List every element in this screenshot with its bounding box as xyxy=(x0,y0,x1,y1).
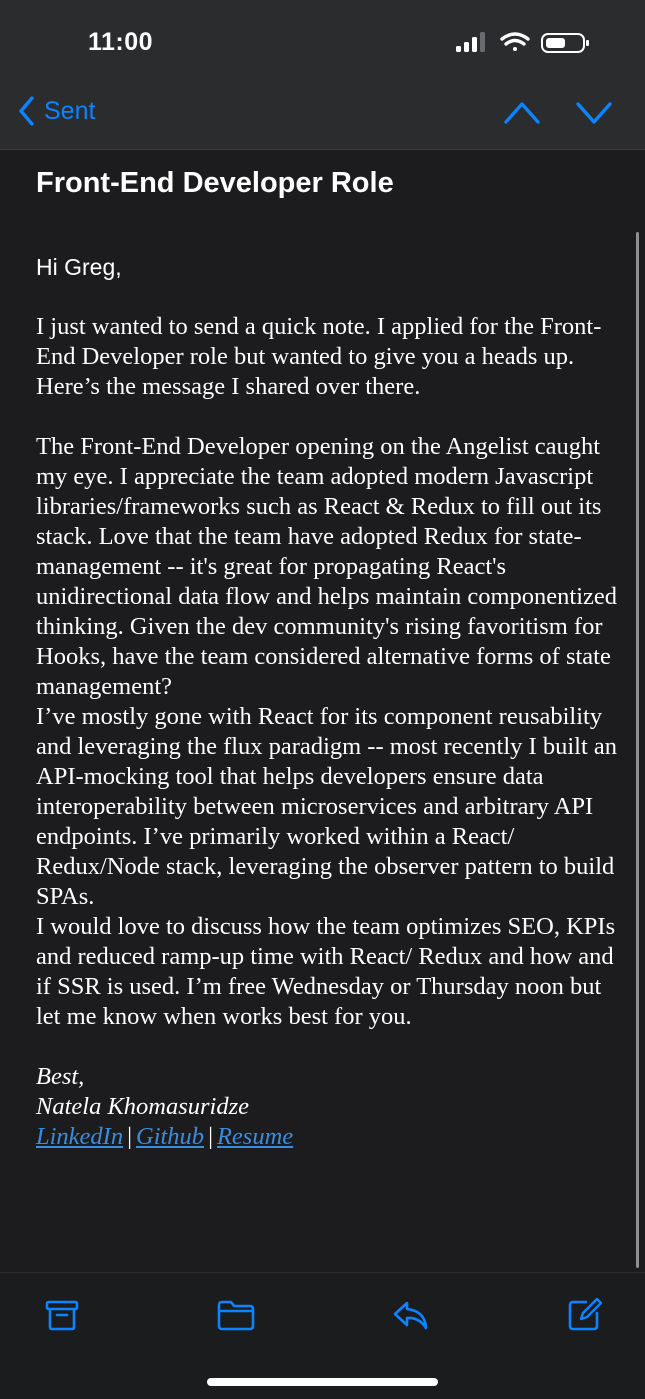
email-paragraph: I would love to discuss how the team opt… xyxy=(36,913,616,1030)
archive-icon xyxy=(45,1300,79,1331)
compose-icon xyxy=(568,1297,603,1331)
github-link[interactable]: Github xyxy=(136,1123,204,1150)
chevron-left-icon xyxy=(19,96,34,126)
wifi-icon xyxy=(500,32,530,51)
link-separator: | xyxy=(127,1123,132,1150)
back-button[interactable]: Sent xyxy=(18,96,95,126)
folder-icon xyxy=(217,1300,255,1331)
scrollbar[interactable] xyxy=(636,232,639,1268)
reply-icon xyxy=(393,1301,428,1330)
email-subject: Front-End Developer Role xyxy=(36,167,394,199)
chevron-up-icon xyxy=(504,102,540,124)
reply-button[interactable] xyxy=(391,1297,431,1338)
chevron-down-icon xyxy=(576,102,612,124)
email-paragraph: I just wanted to send a quick note. I ap… xyxy=(36,313,602,400)
resume-link[interactable]: Resume xyxy=(217,1123,293,1150)
next-message-button[interactable] xyxy=(575,98,613,128)
email-content: Front-End Developer Role Hi Greg, I just… xyxy=(36,149,617,1150)
linkedin-link[interactable]: LinkedIn xyxy=(36,1123,123,1150)
battery-icon xyxy=(541,33,589,53)
cellular-signal-icon xyxy=(456,32,485,52)
signoff: Best, xyxy=(36,1063,85,1090)
compose-button[interactable] xyxy=(566,1297,604,1338)
previous-message-button[interactable] xyxy=(503,98,541,128)
email-paragraph: I’ve mostly gone with React for its comp… xyxy=(36,703,618,910)
top-bar: 11:00 Sent xyxy=(0,0,645,150)
move-to-folder-button[interactable] xyxy=(216,1297,256,1338)
email-paragraph: The Front-End Developer opening on the A… xyxy=(36,433,618,700)
email-body: I just wanted to send a quick note. I ap… xyxy=(36,312,626,1152)
sender-name: Natela Khomasuridze xyxy=(36,1093,250,1120)
back-label: Sent xyxy=(44,96,96,125)
signature-links: LinkedIn | Github | Resume xyxy=(36,1122,626,1152)
archive-button[interactable] xyxy=(44,1297,80,1338)
home-indicator[interactable] xyxy=(207,1378,438,1386)
status-icons xyxy=(456,31,591,60)
link-separator: | xyxy=(208,1123,213,1150)
status-time: 11:00 xyxy=(88,28,154,56)
email-greeting: Hi Greg, xyxy=(36,254,122,280)
